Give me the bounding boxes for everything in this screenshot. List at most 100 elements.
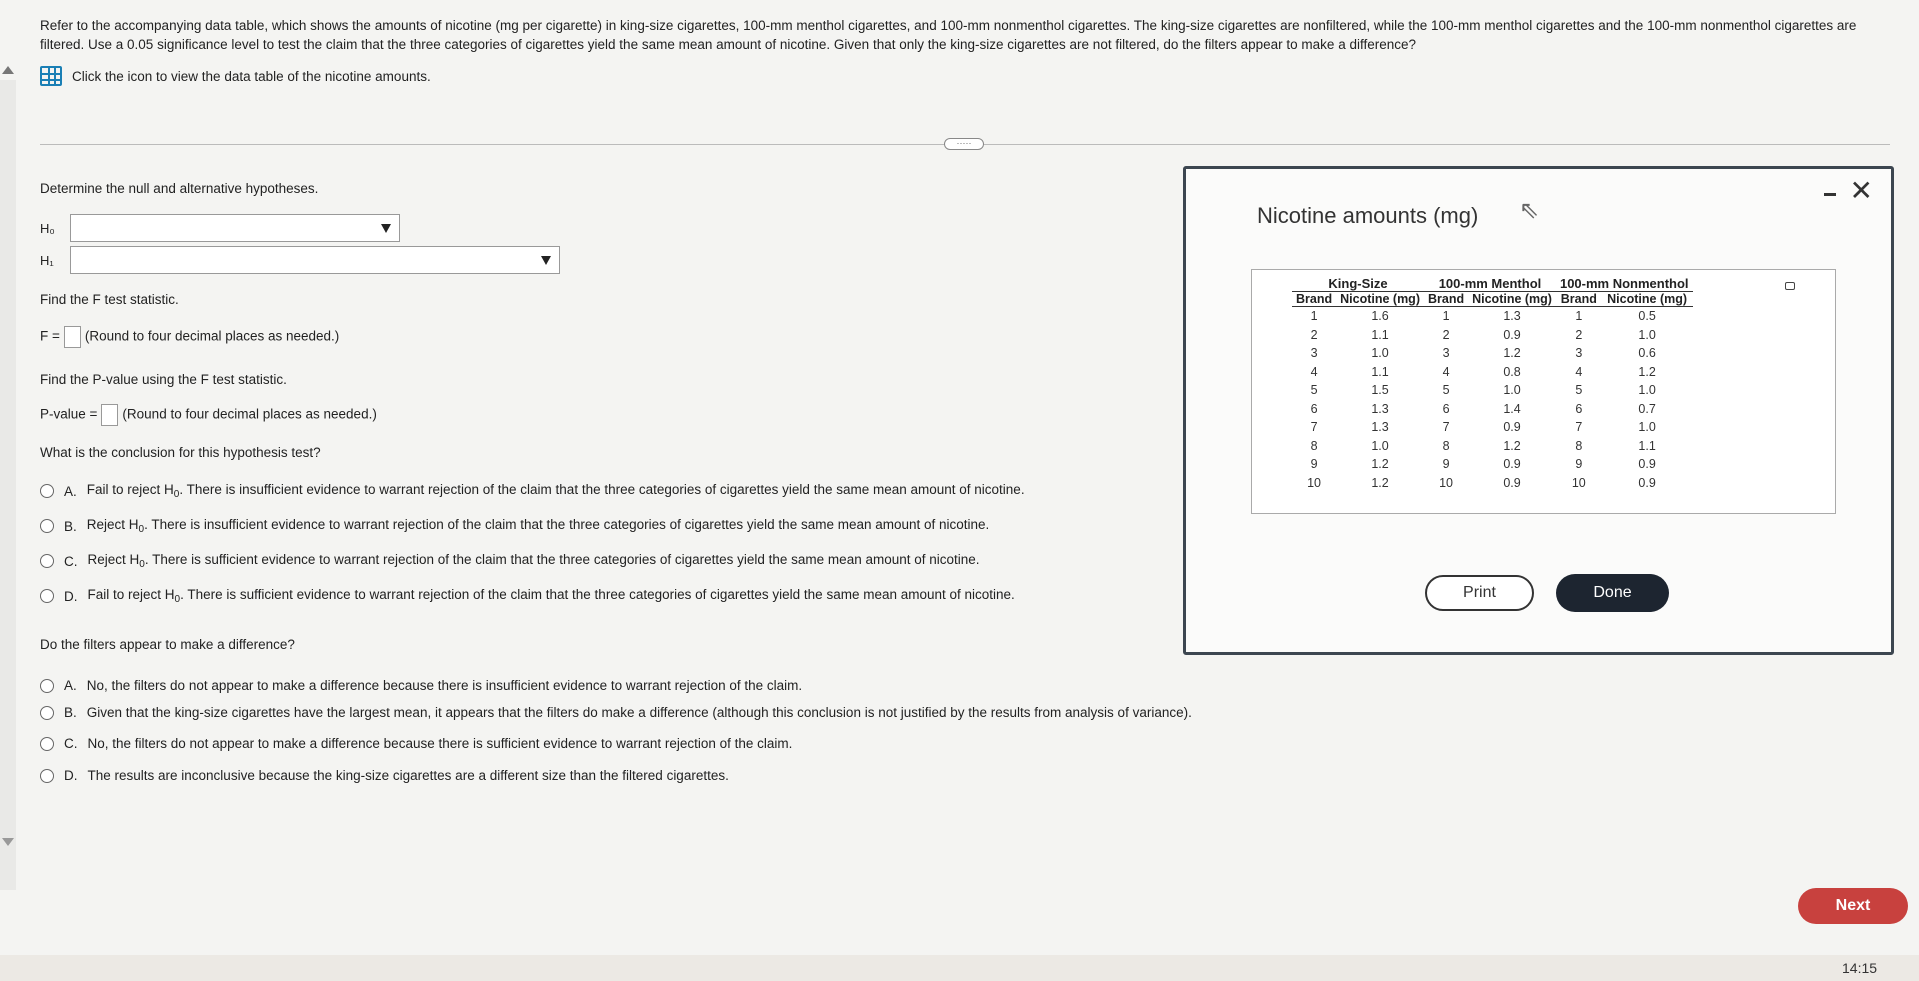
brand-cell: 4 [1442, 364, 1450, 379]
column-header-brand: Brand [1423, 291, 1469, 307]
h0-row: H₀ [40, 214, 400, 242]
option-letter: C. [64, 553, 78, 569]
nicotine-cell: 1.4 [1503, 401, 1521, 416]
brand-cell: 7 [1310, 420, 1318, 434]
option-letter: A. [64, 483, 77, 499]
p-value-label: P-value = [40, 406, 98, 422]
filters-prompt: Do the filters appear to make a differen… [40, 637, 295, 652]
left-side-bar [0, 80, 16, 890]
brand-cell: 3 [1575, 346, 1583, 360]
taskbar [0, 955, 1919, 981]
done-button[interactable]: Done [1556, 574, 1669, 612]
radio-button[interactable] [40, 484, 54, 498]
option-letter: C. [64, 736, 78, 751]
column-header-brand: Brand [1555, 291, 1602, 307]
chevron-down-icon [381, 224, 391, 233]
conclusion-option-c[interactable]: C. Reject H0. There is sufficient eviden… [40, 552, 980, 570]
option-text: Fail to reject H0. There is insufficient… [86, 482, 1025, 500]
h1-row: H₁ [40, 246, 560, 274]
conclusion-option-b[interactable]: B. Reject H0. There is insufficient evid… [40, 517, 989, 535]
table-row: 4 1.1 4 0.8 4 1.2 [1292, 363, 1693, 382]
data-table-link[interactable]: Click the icon to view the data table of… [40, 66, 431, 86]
radio-button[interactable] [40, 768, 54, 783]
nicotine-cell: 0.5 [1638, 309, 1656, 323]
table-icon[interactable] [40, 66, 62, 86]
minimize-icon[interactable] [1824, 193, 1836, 196]
radio-button[interactable] [40, 705, 54, 720]
brand-cell: 3 [1310, 346, 1318, 360]
brand-cell: 1 [1310, 309, 1318, 323]
table-row: 6 1.3 6 1.4 6 0.7 [1292, 400, 1693, 419]
close-icon[interactable]: ✕ [1850, 177, 1873, 205]
nicotine-cell: 0.7 [1638, 401, 1656, 416]
scroll-down-icon[interactable] [2, 838, 14, 846]
clock: 14:15 [1842, 960, 1878, 976]
nicotine-cell: 0.9 [1503, 327, 1521, 342]
collapse-up-icon[interactable] [2, 66, 14, 74]
radio-button[interactable] [40, 678, 54, 693]
nicotine-cell: 1.2 [1371, 475, 1389, 490]
radio-button[interactable] [40, 554, 54, 568]
nicotine-cell: 1.0 [1638, 420, 1656, 434]
brand-cell: 2 [1310, 327, 1318, 342]
p-value-prompt: Find the P-value using the F test statis… [40, 372, 287, 387]
brand-cell: 10 [1439, 475, 1453, 490]
filters-option-d[interactable]: D. The results are inconclusive because … [40, 768, 729, 783]
nicotine-cell: 0.9 [1638, 457, 1656, 471]
f-stat-note: (Round to four decimal places as needed.… [84, 328, 340, 344]
radio-button[interactable] [40, 736, 54, 751]
p-value-row: P-value = (Round to four decimal places a… [40, 404, 377, 426]
conclusion-option-d[interactable]: D. Fail to reject H0. There is sufficien… [40, 587, 1015, 605]
f-stat-input[interactable] [63, 326, 81, 348]
nicotine-cell: 1.2 [1503, 346, 1521, 360]
next-button[interactable]: Next [1798, 888, 1908, 924]
filters-option-b[interactable]: B. Given that the king-size cigarettes h… [40, 705, 1192, 720]
brand-cell: 2 [1442, 327, 1450, 342]
nicotine-cell: 1.0 [1371, 346, 1389, 360]
p-value-note: (Round to four decimal places as needed.… [122, 406, 377, 422]
option-letter: B. [64, 705, 77, 720]
brand-cell: 3 [1442, 346, 1450, 360]
column-header-nicotine: Nicotine (mg) [1336, 291, 1424, 307]
option-text: Reject H0. There is insufficient evidenc… [86, 517, 990, 535]
brand-cell: 8 [1575, 438, 1583, 453]
option-letter: B. [64, 518, 77, 534]
conclusion-option-a[interactable]: A. Fail to reject H0. There is insuffici… [40, 482, 1025, 500]
nicotine-cell: 1.1 [1371, 327, 1389, 342]
conclusion-prompt: What is the conclusion for this hypothes… [40, 445, 321, 460]
print-button[interactable]: Print [1425, 575, 1534, 611]
nicotine-cell: 1.2 [1371, 457, 1389, 471]
brand-cell: 10 [1571, 475, 1586, 490]
brand-cell: 8 [1310, 438, 1318, 453]
column-header-nicotine: Nicotine (mg) [1601, 291, 1693, 307]
radio-button[interactable] [40, 589, 54, 603]
problem-statement: Refer to the accompanying data table, wh… [40, 18, 1857, 52]
table-row: 9 1.2 9 0.9 9 0.9 [1292, 455, 1693, 474]
p-value-input[interactable] [101, 404, 119, 426]
data-table-link-label: Click the icon to view the data table of… [72, 68, 431, 84]
brand-cell: 5 [1442, 383, 1450, 397]
table-row: 1 1.6 1 1.3 1 0.5 [1292, 307, 1693, 326]
nicotine-cell: 1.1 [1371, 364, 1389, 379]
nicotine-cell: 1.0 [1638, 383, 1656, 397]
brand-cell: 7 [1442, 420, 1450, 434]
h0-dropdown[interactable] [70, 214, 400, 242]
nicotine-cell: 0.8 [1503, 364, 1521, 379]
option-text: Given that the king-size cigarettes have… [86, 705, 1192, 720]
hypotheses-prompt: Determine the null and alternative hypot… [40, 181, 319, 196]
filters-option-a[interactable]: A. No, the filters do not appear to make… [40, 678, 802, 693]
table-row: 3 1.0 3 1.2 3 0.6 [1292, 344, 1693, 363]
column-header-nicotine: Nicotine (mg) [1468, 291, 1556, 307]
table-row: 5 1.5 5 1.0 5 1.0 [1292, 381, 1693, 400]
h1-dropdown[interactable] [70, 246, 560, 274]
table-body: 1 1.6 1 1.3 1 0.5 2 1.1 2 0.9 2 1.0 3 1.0 3 1.2 3 0.6 4 1.1… [1292, 307, 1693, 493]
divider-drag-handle[interactable]: ····· [944, 138, 984, 150]
copy-icon[interactable] [1785, 282, 1795, 290]
group-header-king-size: King-Size [1292, 276, 1424, 292]
filters-option-c[interactable]: C. No, the filters do not appear to make… [40, 736, 792, 751]
f-stat-label: F = [40, 328, 60, 344]
radio-button[interactable] [40, 519, 54, 533]
nicotine-cell: 0.9 [1503, 457, 1521, 471]
option-letter: A. [64, 678, 77, 693]
group-header-nonmenthol: 100-mm Nonmenthol [1555, 276, 1693, 292]
